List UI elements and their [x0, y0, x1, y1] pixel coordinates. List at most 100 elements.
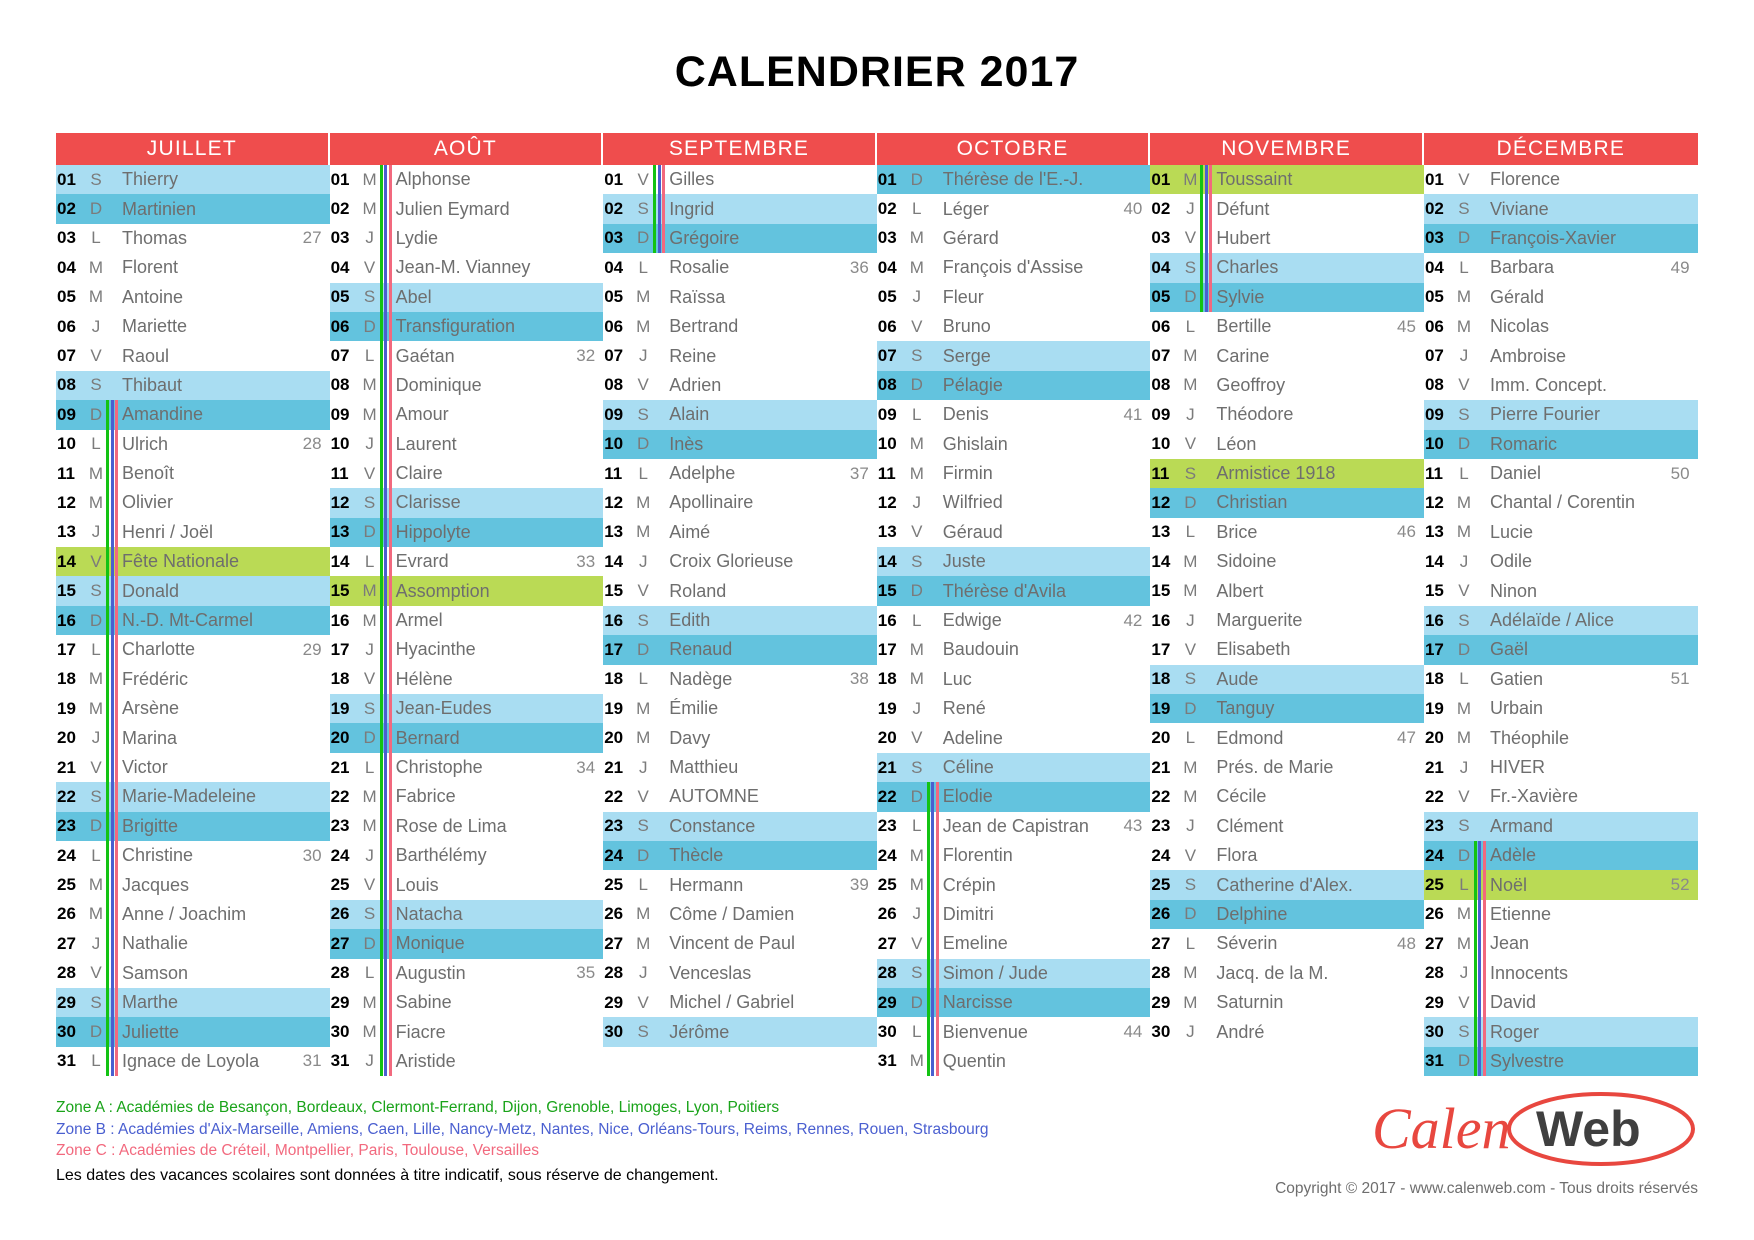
- day-row[interactable]: 06 M Nicolas: [1424, 312, 1698, 341]
- day-row[interactable]: 19 D Tanguy: [1150, 694, 1424, 724]
- day-row[interactable]: 03 J Lydie: [330, 224, 604, 253]
- day-row[interactable]: 17 D Renaud: [603, 635, 877, 665]
- day-row[interactable]: 29 V David: [1424, 988, 1698, 1017]
- day-row[interactable]: 02 S Ingrid: [603, 194, 877, 224]
- day-row[interactable]: 06 V Bruno: [877, 312, 1151, 341]
- day-row[interactable]: 08 M Geoffroy: [1150, 371, 1424, 400]
- day-row[interactable]: 14 M Sidoine: [1150, 547, 1424, 576]
- day-row[interactable]: 29 S Marthe: [56, 987, 330, 1018]
- day-row[interactable]: 30 S Roger: [1423, 1017, 1698, 1047]
- day-row[interactable]: 02 S Viviane: [1423, 194, 1698, 224]
- day-row[interactable]: 10 V Léon: [1150, 430, 1424, 459]
- day-row[interactable]: 26 M Côme / Damien: [603, 900, 877, 929]
- day-row[interactable]: 09 D Amandine: [56, 400, 330, 430]
- day-row[interactable]: 15 V Ninon: [1424, 576, 1698, 605]
- day-row[interactable]: 20 D Bernard: [329, 723, 604, 753]
- day-row[interactable]: 31 D Sylvestre: [1423, 1046, 1698, 1077]
- day-row[interactable]: 04 L Barbara 49: [1424, 253, 1698, 282]
- day-row[interactable]: 03 M Gérard: [877, 224, 1151, 253]
- day-row[interactable]: 30 M Fiacre: [330, 1017, 604, 1046]
- day-row[interactable]: 01 V Gilles: [603, 165, 877, 194]
- day-row[interactable]: 05 M Gérald: [1424, 283, 1698, 312]
- day-row[interactable]: 04 L Rosalie 36: [603, 253, 877, 282]
- day-row[interactable]: 28 V Samson: [56, 959, 330, 988]
- day-row[interactable]: 19 M Émilie: [603, 694, 877, 723]
- day-row[interactable]: 14 J Croix Glorieuse: [603, 547, 877, 576]
- day-row[interactable]: 19 J René: [877, 694, 1151, 723]
- day-row[interactable]: 01 S Thierry: [56, 165, 330, 195]
- day-row[interactable]: 17 J Hyacinthe: [330, 635, 604, 664]
- day-row[interactable]: 18 M Frédéric: [56, 665, 330, 694]
- day-row[interactable]: 21 V Victor: [56, 753, 330, 782]
- day-row[interactable]: 07 V Raoul: [56, 341, 330, 370]
- day-row[interactable]: 15 M Assomption: [329, 576, 604, 606]
- day-row[interactable]: 16 S Adélaïde / Alice: [1423, 605, 1698, 636]
- day-row[interactable]: 07 J Ambroise: [1424, 341, 1698, 370]
- day-row[interactable]: 11 V Claire: [330, 459, 604, 488]
- day-row[interactable]: 30 D Juliette: [56, 1017, 330, 1047]
- day-row[interactable]: 09 J Théodore: [1150, 400, 1424, 429]
- day-row[interactable]: 10 D Romaric: [1423, 429, 1698, 459]
- day-row[interactable]: 17 L Charlotte 29: [56, 635, 330, 664]
- day-row[interactable]: 20 V Adeline: [877, 723, 1151, 752]
- day-row[interactable]: 25 M Jacques: [56, 870, 330, 899]
- day-row[interactable]: 18 V Hélène: [330, 665, 604, 694]
- day-row[interactable]: 21 J Matthieu: [603, 753, 877, 782]
- day-row[interactable]: 08 V Adrien: [603, 371, 877, 400]
- day-row[interactable]: 03 L Thomas 27: [56, 224, 330, 253]
- day-row[interactable]: 30 J André: [1150, 1017, 1424, 1046]
- day-row[interactable]: 15 M Albert: [1150, 576, 1424, 605]
- day-row[interactable]: 01 D Thérèse de l'E.-J.: [876, 165, 1151, 195]
- day-row[interactable]: 05 M Antoine: [56, 283, 330, 312]
- day-row[interactable]: 04 V Jean-M. Vianney: [330, 253, 604, 282]
- day-row[interactable]: 30 L Bienvenue 44: [877, 1017, 1151, 1046]
- day-row[interactable]: 10 J Laurent: [330, 430, 604, 459]
- day-row[interactable]: 06 L Bertille 45: [1150, 312, 1424, 341]
- day-row[interactable]: 22 M Fabrice: [330, 782, 604, 811]
- day-row[interactable]: 27 J Nathalie: [56, 929, 330, 958]
- day-row[interactable]: 15 S Donald: [56, 576, 330, 606]
- day-row[interactable]: 12 M Apollinaire: [603, 488, 877, 517]
- day-row[interactable]: 23 J Clément: [1150, 812, 1424, 841]
- day-row[interactable]: 08 D Pélagie: [876, 370, 1151, 401]
- day-row[interactable]: 13 D Hippolyte: [329, 517, 604, 548]
- day-row[interactable]: 10 D Inès: [603, 429, 877, 459]
- day-row[interactable]: 21 S Céline: [876, 752, 1151, 783]
- day-row[interactable]: 24 L Christine 30: [56, 841, 330, 870]
- day-row[interactable]: 08 V Imm. Concept.: [1424, 371, 1698, 400]
- day-row[interactable]: 21 M Prés. de Marie: [1150, 753, 1424, 782]
- day-row[interactable]: 06 M Bertrand: [603, 312, 877, 341]
- day-row[interactable]: 03 D Grégoire: [603, 223, 877, 254]
- day-row[interactable]: 05 J Fleur: [877, 283, 1151, 312]
- day-row[interactable]: 31 J Aristide: [330, 1047, 604, 1076]
- day-row[interactable]: 27 L Séverin 48: [1150, 929, 1424, 958]
- day-row[interactable]: 09 S Alain: [603, 400, 877, 430]
- day-row[interactable]: 07 S Serge: [876, 341, 1151, 371]
- day-row[interactable]: 19 M Arsène: [56, 694, 330, 723]
- day-row[interactable]: 12 D Christian: [1150, 488, 1424, 518]
- day-row[interactable]: 13 J Henri / Joël: [56, 518, 330, 547]
- day-row[interactable]: 27 M Vincent de Paul: [603, 929, 877, 958]
- day-row[interactable]: 12 S Clarisse: [329, 488, 604, 518]
- day-row[interactable]: 21 L Christophe 34: [330, 753, 604, 782]
- day-row[interactable]: 25 L Hermann 39: [603, 870, 877, 899]
- day-row[interactable]: 29 M Saturnin: [1150, 988, 1424, 1017]
- day-row[interactable]: 25 V Louis: [330, 870, 604, 899]
- day-row[interactable]: 06 D Transfiguration: [329, 311, 604, 342]
- day-row[interactable]: 14 V Fête Nationale: [56, 547, 330, 577]
- day-row[interactable]: 24 J Barthélémy: [330, 841, 604, 870]
- day-row[interactable]: 23 L Jean de Capistran 43: [877, 812, 1151, 841]
- day-row[interactable]: 26 J Dimitri: [877, 900, 1151, 929]
- day-row[interactable]: 30 S Jérôme: [603, 1017, 877, 1047]
- day-row[interactable]: 28 J Innocents: [1424, 959, 1698, 988]
- day-row[interactable]: 22 V Fr.-Xavière: [1424, 782, 1698, 811]
- day-row[interactable]: 04 M François d'Assise: [877, 253, 1151, 282]
- day-row[interactable]: 03 D François-Xavier: [1423, 223, 1698, 254]
- day-row[interactable]: 28 S Simon / Jude: [876, 958, 1151, 988]
- day-row[interactable]: 22 V AUTOMNE: [603, 782, 877, 811]
- day-row[interactable]: 10 M Ghislain: [877, 430, 1151, 459]
- day-row[interactable]: 23 D Brigitte: [56, 811, 330, 841]
- day-row[interactable]: 05 M Raïssa: [603, 283, 877, 312]
- day-row[interactable]: 22 D Elodie: [876, 782, 1151, 812]
- day-row[interactable]: 13 M Aimé: [603, 518, 877, 547]
